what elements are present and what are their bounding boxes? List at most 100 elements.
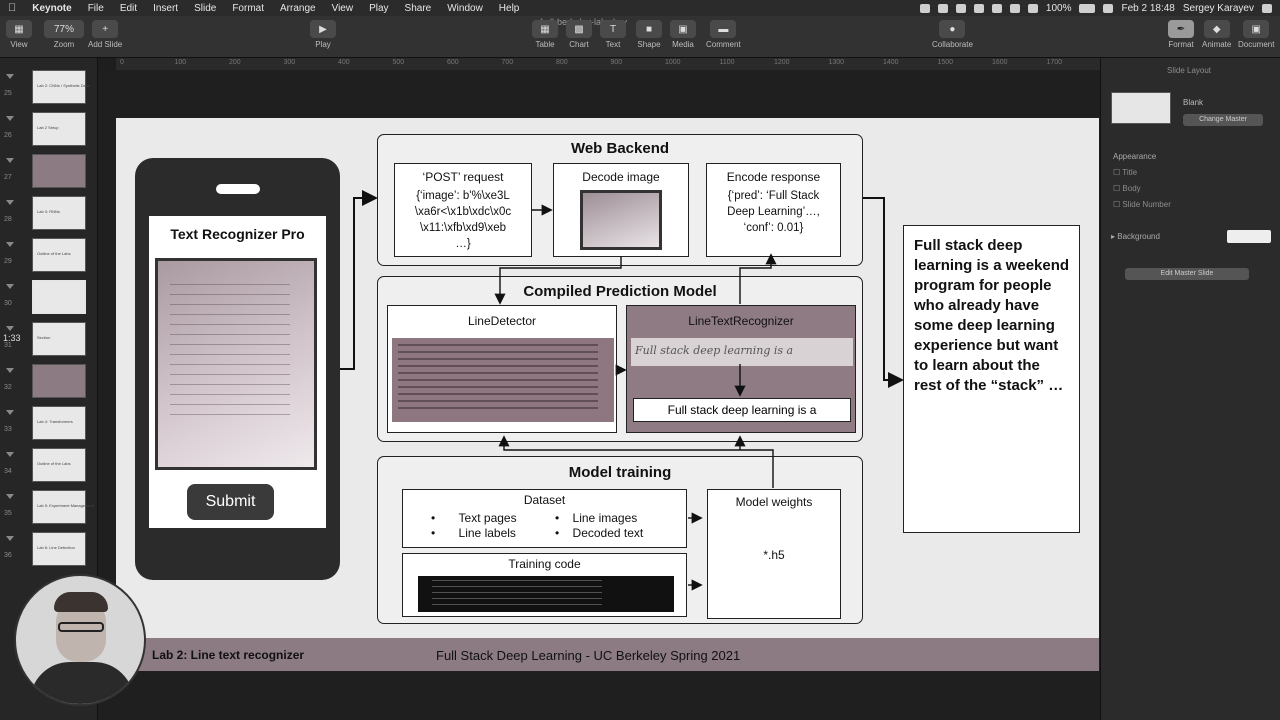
body-option-label: Body xyxy=(1122,184,1141,193)
menu-window[interactable]: Window xyxy=(439,3,491,14)
cloud-icon[interactable] xyxy=(919,3,930,13)
slide-thumbnail-title: Lab 4: Transformers xyxy=(37,419,73,424)
disclosure-triangle-icon[interactable] xyxy=(6,368,14,373)
camera-icon[interactable] xyxy=(973,3,984,13)
datetime[interactable]: Feb 2 18:48 xyxy=(1121,3,1174,14)
collaborate-button[interactable]: ● Collaborate xyxy=(932,20,973,49)
master-thumbnail[interactable] xyxy=(1111,92,1171,124)
menu-slide[interactable]: Slide xyxy=(186,3,224,14)
table-label: Table xyxy=(535,40,555,49)
document-button[interactable]: ▣ Document xyxy=(1238,20,1274,49)
apple-icon[interactable]:  xyxy=(0,2,24,14)
disclosure-triangle-icon[interactable] xyxy=(6,284,14,289)
menu-app-name[interactable]: Keynote xyxy=(24,3,79,14)
text-icon: T xyxy=(600,20,626,38)
menu-play[interactable]: Play xyxy=(361,3,396,14)
animate-icon: ◆ xyxy=(1203,20,1230,38)
menu-extras-icon[interactable] xyxy=(1262,3,1272,13)
change-master-button[interactable]: Change Master xyxy=(1183,114,1263,126)
play-icon: ▶ xyxy=(310,20,336,38)
search-icon[interactable] xyxy=(1103,3,1114,13)
menu-bar:  Keynote File Edit Insert Slide Format … xyxy=(0,0,1280,16)
play-button[interactable]: ▶ Play xyxy=(310,20,336,49)
ruler-tick: 300 xyxy=(283,59,296,66)
toolbar: fsdl-berkeley-labs.key ▦ View 77% Zoom +… xyxy=(0,16,1280,58)
edit-master-slide-button[interactable]: Edit Master Slide xyxy=(1125,268,1249,280)
disclosure-triangle-icon[interactable] xyxy=(6,452,14,457)
slide-layout-heading: Slide Layout xyxy=(1167,66,1212,75)
slide-thumbnail[interactable]: Lab 2: CNNs / Synthetic Data xyxy=(32,70,90,104)
wifi-icon[interactable] xyxy=(1027,3,1038,13)
background-color-well[interactable] xyxy=(1227,230,1271,243)
disclosure-triangle-icon[interactable] xyxy=(6,410,14,415)
ruler-tick: 1200 xyxy=(774,59,790,66)
cloud-upload-icon[interactable] xyxy=(937,3,948,13)
slide-thumbnail[interactable] xyxy=(32,280,86,314)
format-button[interactable]: ✒ Format xyxy=(1168,20,1194,49)
menu-file[interactable]: File xyxy=(80,3,112,14)
menu-edit[interactable]: Edit xyxy=(112,3,145,14)
view-button[interactable]: ▦ View xyxy=(6,20,32,49)
add-slide-button[interactable]: + Add Slide xyxy=(88,20,122,49)
dropbox-icon[interactable] xyxy=(991,3,1002,13)
slide-thumbnail-title: Lab 6: Line Detection xyxy=(37,545,75,550)
battery-icon[interactable] xyxy=(1079,3,1096,13)
disclosure-triangle-icon[interactable] xyxy=(6,536,14,541)
text-button[interactable]: T Text xyxy=(600,20,626,49)
slide-thumbnail[interactable] xyxy=(32,154,86,188)
disclosure-triangle-icon[interactable] xyxy=(6,116,14,121)
slide[interactable]: Text Recognizer Pro Submit Web Backend ‘… xyxy=(116,118,1099,671)
chart-icon: ▩ xyxy=(566,20,592,38)
zoom-control[interactable]: 77% Zoom xyxy=(44,20,84,49)
menu-help[interactable]: Help xyxy=(491,3,528,14)
slide-number: 32 xyxy=(4,384,12,391)
slide-number-checkbox[interactable]: ☐ Slide Number xyxy=(1113,200,1171,209)
disclosure-triangle-icon[interactable] xyxy=(6,326,14,331)
menu-share[interactable]: Share xyxy=(397,3,440,14)
slide-thumbnail[interactable]: Outline of the Labs xyxy=(32,238,86,272)
slide-thumbnail[interactable]: Lab 2 Setup xyxy=(32,112,86,146)
comment-button[interactable]: ▬ Comment xyxy=(706,20,741,49)
disclosure-triangle-icon[interactable] xyxy=(6,242,14,247)
document-label: Document xyxy=(1238,40,1275,49)
user-name[interactable]: Sergey Karayev xyxy=(1183,3,1254,14)
slide-thumbnail[interactable] xyxy=(32,364,86,398)
slide-thumbnail-title: Outline of the Labs xyxy=(37,251,71,256)
slide-thumbnail[interactable]: Lab 4: Transformers xyxy=(32,406,86,440)
animate-button[interactable]: ◆ Animate xyxy=(1202,20,1231,49)
menu-arrange[interactable]: Arrange xyxy=(272,3,324,14)
slide-thumbnail[interactable]: Lab 3: RNNs xyxy=(32,196,86,230)
shape-button[interactable]: ■ Shape xyxy=(636,20,662,49)
paintbrush-icon: ✒ xyxy=(1168,20,1194,38)
menu-view[interactable]: View xyxy=(324,3,362,14)
layout-name: Blank xyxy=(1183,98,1204,107)
media-button[interactable]: ▣ Media xyxy=(670,20,696,49)
chart-button[interactable]: ▩ Chart xyxy=(566,20,592,49)
menu-insert[interactable]: Insert xyxy=(145,3,186,14)
ruler-tick: 1700 xyxy=(1046,59,1063,66)
disclosure-triangle-icon[interactable] xyxy=(6,494,14,499)
slide-thumbnail-title: Lab 2 Setup xyxy=(37,125,59,130)
title-checkbox[interactable]: ☐ Title xyxy=(1113,168,1137,177)
body-checkbox[interactable]: ☐ Body xyxy=(1113,184,1141,193)
disclosure-triangle-icon[interactable] xyxy=(6,158,14,163)
slide-thumbnail[interactable]: Lab 6: Line Detection xyxy=(32,532,86,566)
chart-label: Chart xyxy=(569,40,589,49)
slide-thumbnail[interactable]: Outline of the Labs xyxy=(32,448,86,482)
document-icon: ▣ xyxy=(1243,20,1270,38)
disclosure-triangle-icon[interactable] xyxy=(6,200,14,205)
menu-format[interactable]: Format xyxy=(224,3,272,14)
slide-thumbnail-title: Lab 2: CNNs / Synthetic Data xyxy=(37,83,90,88)
title-option-label: Title xyxy=(1122,168,1138,177)
table-button[interactable]: ▦ Table xyxy=(532,20,558,49)
slide-number: 35 xyxy=(4,510,12,517)
view-icon: ▦ xyxy=(6,20,32,38)
battery-percent: 100% xyxy=(1045,2,1072,14)
record-icon[interactable] xyxy=(955,3,966,13)
slide-thumbnail[interactable]: Section xyxy=(32,322,86,356)
background-section-toggle[interactable]: ▸ Background xyxy=(1111,232,1160,241)
ruler-tick: 700 xyxy=(501,59,514,66)
clock-icon[interactable] xyxy=(1009,3,1020,13)
slide-thumbnail[interactable]: Lab 5: Experiment Management xyxy=(32,490,94,524)
disclosure-triangle-icon[interactable] xyxy=(6,74,14,79)
